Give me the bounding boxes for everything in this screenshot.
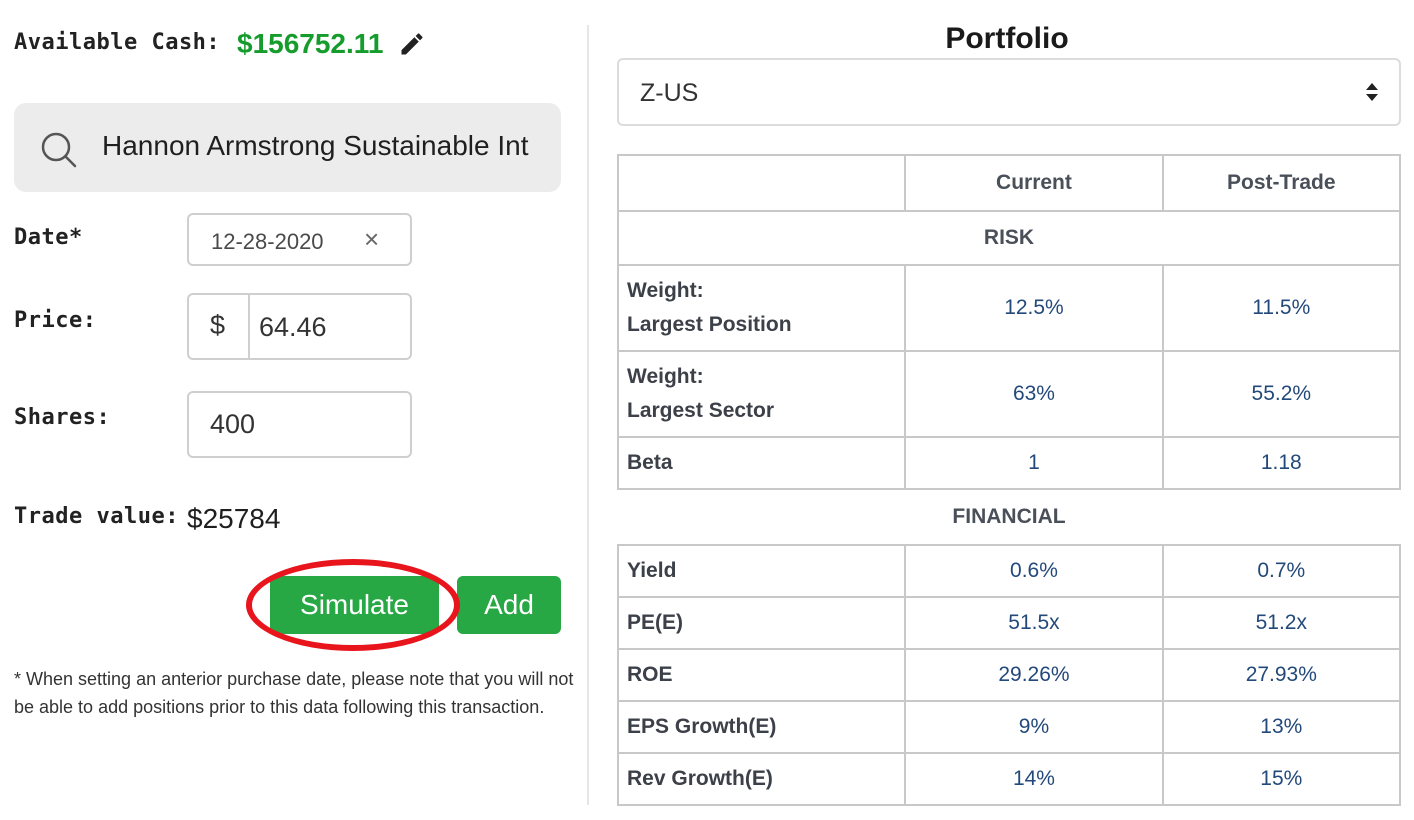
available-cash-label: Available Cash: <box>14 30 221 55</box>
date-field[interactable]: 12-28-2020 × <box>187 213 412 266</box>
current-value: 63% <box>904 350 1164 438</box>
shares-field[interactable]: 400 <box>187 391 412 458</box>
current-value: 12.5% <box>904 264 1164 352</box>
risk-section-header: RISK <box>617 210 1401 266</box>
current-value: 0.6% <box>904 544 1164 598</box>
metric-label: Rev Growth(E) <box>616 752 907 806</box>
current-value: 14% <box>904 752 1164 806</box>
table-row: Yield 0.6% 0.7% <box>616 544 1402 598</box>
financial-section-row: FINANCIAL <box>618 488 1400 546</box>
portfolio-select[interactable]: Z-US <box>617 58 1401 126</box>
financial-section-header: FINANCIAL <box>618 488 1400 546</box>
portfolio-selected-value[interactable]: Z-US <box>640 79 698 108</box>
table-header-row: Current Post-Trade <box>616 154 1402 212</box>
post-trade-value: 15% <box>1161 752 1402 806</box>
currency-symbol: $ <box>210 310 226 340</box>
post-trade-value: 55.2% <box>1161 350 1402 438</box>
table-row: PE(E) 51.5x 51.2x <box>616 596 1402 650</box>
post-trade-value: 13% <box>1161 700 1402 754</box>
metric-label: EPS Growth(E) <box>616 700 907 754</box>
date-value[interactable]: 12-28-2020 <box>211 229 324 255</box>
shares-label: Shares: <box>14 405 111 430</box>
security-search[interactable]: Hannon Armstrong Sustainable Int <box>14 103 561 192</box>
search-icon <box>41 132 77 168</box>
price-label: Price: <box>14 308 97 333</box>
trade-value: $25784 <box>187 503 281 534</box>
panel-divider <box>587 25 589 805</box>
table-row: Weight: Largest Position 12.5% 11.5% <box>616 264 1402 352</box>
column-header-current: Current <box>904 154 1164 212</box>
metrics-table: Current Post-Trade RISK Weight: Largest P… <box>616 154 1402 806</box>
currency-prefix: $ <box>189 295 250 358</box>
portfolio-panel: Portfolio Z-US Current Post-Trade RISK W… <box>600 0 1414 820</box>
current-value: 51.5x <box>904 596 1164 650</box>
metric-label: Weight: Largest Sector <box>616 350 907 438</box>
table-row: EPS Growth(E) 9% 13% <box>616 700 1402 754</box>
metric-label: Weight: Largest Position <box>616 264 907 352</box>
post-trade-value: 1.18 <box>1161 436 1402 490</box>
current-value: 1 <box>904 436 1164 490</box>
column-header-post-trade: Post-Trade <box>1161 154 1402 212</box>
column-header-metric <box>616 154 907 212</box>
trade-value-label: Trade value: <box>14 504 179 529</box>
table-row: Weight: Largest Sector 63% 55.2% <box>616 350 1402 438</box>
metric-label: Beta <box>616 436 907 490</box>
portfolio-title: Portfolio <box>945 22 1069 55</box>
available-cash-value: $156752.11 <box>237 28 384 59</box>
current-value: 9% <box>904 700 1164 754</box>
price-input[interactable]: 64.46 <box>259 312 327 343</box>
price-field[interactable]: $ 64.46 <box>187 293 412 360</box>
simulate-highlight-circle <box>246 559 460 651</box>
metric-label: ROE <box>616 648 907 702</box>
risk-section-row: RISK <box>617 210 1401 266</box>
pencil-icon[interactable] <box>398 30 426 58</box>
metric-label: PE(E) <box>616 596 907 650</box>
add-button[interactable]: Add <box>457 576 561 634</box>
table-row: Beta 1 1.18 <box>616 436 1402 490</box>
metric-label: Yield <box>616 544 907 598</box>
post-trade-value: 0.7% <box>1161 544 1402 598</box>
purchase-date-note: * When setting an anterior purchase date… <box>14 669 574 717</box>
table-row: Rev Growth(E) 14% 15% <box>616 752 1402 806</box>
shares-input[interactable]: 400 <box>210 409 255 440</box>
date-label: Date* <box>14 225 83 250</box>
table-row: ROE 29.26% 27.93% <box>616 648 1402 702</box>
close-icon[interactable]: × <box>364 224 379 255</box>
trade-form: Available Cash: $156752.11 Hannon Armstr… <box>0 0 580 820</box>
post-trade-value: 11.5% <box>1161 264 1402 352</box>
search-input[interactable]: Hannon Armstrong Sustainable Int <box>102 130 552 162</box>
post-trade-value: 51.2x <box>1161 596 1402 650</box>
sort-arrows-icon <box>1366 83 1378 101</box>
current-value: 29.26% <box>904 648 1164 702</box>
post-trade-value: 27.93% <box>1161 648 1402 702</box>
